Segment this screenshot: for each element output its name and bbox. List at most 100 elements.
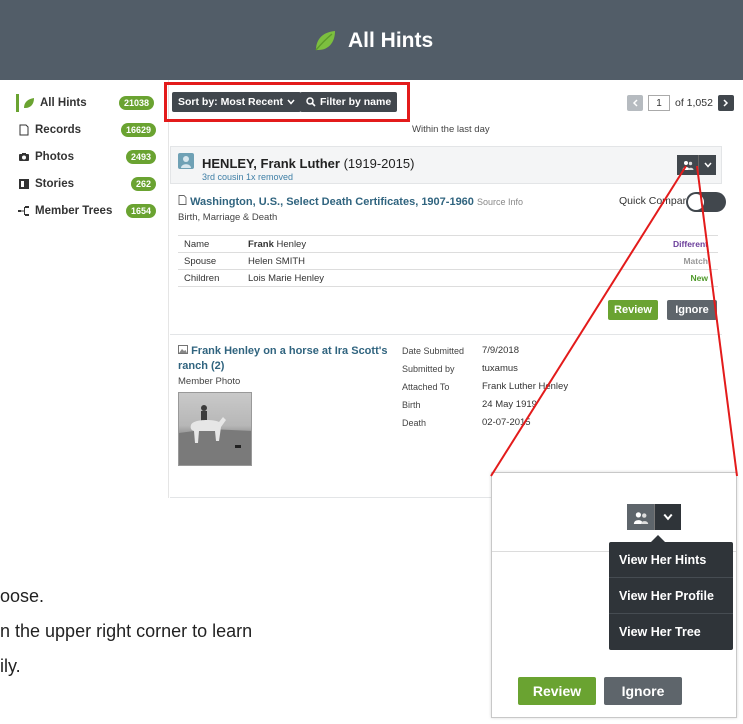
compare-status: Different [673, 239, 708, 249]
tree-icon [18, 206, 29, 216]
person-silhouette-icon [181, 156, 191, 168]
field-value-bold: Frank [248, 238, 274, 250]
page-number-input[interactable]: 1 [648, 95, 670, 111]
hint-category-sidebar [0, 80, 168, 498]
date-filter-note: Within the last day [412, 124, 490, 135]
quick-compare-toggle[interactable] [686, 192, 726, 212]
document-icon [19, 124, 29, 136]
field-name: Spouse [184, 255, 217, 267]
story-icon [19, 179, 29, 189]
people-icon [633, 511, 648, 524]
photo-title-text: Frank Henley on a horse at Ira Scott's r… [178, 345, 388, 372]
field-name: Name [184, 238, 210, 250]
meta-value: tuxamus [482, 363, 518, 374]
instruction-line: oose. [0, 586, 45, 606]
compare-status: Match [683, 256, 708, 266]
photo-category: Member Photo [178, 376, 241, 387]
page-count: of 1,052 [675, 97, 713, 109]
record-hint-title[interactable]: Washington, U.S., Select Death Certifica… [178, 195, 523, 208]
sidebar-item-label: All Hints [40, 97, 87, 109]
field-value: Helen SMITH [248, 255, 306, 267]
review-button[interactable]: Review [518, 677, 596, 705]
page-title: All Hints [312, 26, 433, 56]
person-menu-dropdown-button[interactable] [699, 155, 716, 175]
menu-item-view-tree[interactable]: View Her Tree [609, 614, 733, 650]
count-badge: 21038 [118, 96, 154, 110]
meta-label: Submitted by [402, 364, 455, 374]
horse-rider-photo [179, 405, 251, 465]
count-badge: 262 [130, 177, 156, 191]
instruction-line: n the upper right corner to learn [0, 621, 253, 641]
chevron-left-icon [632, 99, 638, 107]
attached-to-link[interactable]: Frank Luther Henley [482, 381, 568, 392]
sidebar-item-label: Stories [35, 178, 74, 190]
sidebar-item-records[interactable]: Records 16629 [18, 121, 156, 139]
camera-icon [19, 153, 29, 161]
count-badge: 16629 [120, 123, 156, 137]
menu-item-view-hints[interactable]: View Her Hints [609, 542, 733, 578]
leaf-icon [24, 98, 34, 108]
document-icon [178, 195, 187, 205]
person-years: (1919-2015) [343, 156, 415, 171]
person-name: HENLEY, Frank Luther [202, 156, 340, 171]
person-avatar [178, 153, 194, 169]
field-name: Children [184, 272, 220, 284]
source-info-link[interactable]: Source Info [477, 197, 523, 207]
table-row: Name Frank Henley Different [178, 236, 718, 253]
field-value: Frank Henley [248, 239, 628, 250]
chevron-down-icon [703, 162, 712, 168]
ignore-button[interactable]: Ignore [604, 677, 682, 705]
image-icon [178, 345, 188, 354]
field-value-rest: Henley [273, 238, 307, 250]
ignore-button[interactable]: Ignore [667, 300, 717, 320]
table-row: Children Lois Marie Henley New [178, 270, 718, 287]
toolbar-highlight-box [164, 82, 410, 122]
meta-value: 02-07-2015 [482, 417, 531, 428]
chevron-right-icon [723, 99, 729, 107]
record-category: Birth, Marriage & Death [178, 212, 278, 223]
person-name-link[interactable]: HENLEY, Frank Luther (1919-2015) [202, 156, 414, 171]
table-row: Spouse Helen SMITH Match [178, 253, 718, 270]
hints-list-panel [168, 80, 743, 498]
family-button[interactable] [627, 504, 655, 530]
count-badge: 1654 [125, 204, 156, 218]
comparison-table: Name Frank Henley Different Spouse Helen… [178, 235, 718, 287]
person-menu-dropdown-button[interactable] [655, 504, 681, 530]
photo-thumbnail[interactable] [178, 392, 252, 466]
meta-value: 7/9/2018 [482, 345, 519, 356]
review-button[interactable]: Review [608, 300, 658, 320]
sidebar-item-stories[interactable]: Stories 262 [18, 175, 156, 193]
quick-compare-label: Quick Compare [619, 195, 692, 207]
meta-label: Attached To [402, 382, 450, 392]
meta-label: Date Submitted [402, 346, 465, 356]
chevron-down-icon [663, 513, 673, 521]
sidebar-item-label: Member Trees [35, 205, 113, 217]
sidebar-item-all-hints[interactable]: All Hints 21038 [16, 94, 154, 112]
previous-page-button[interactable] [627, 95, 643, 111]
sidebar-item-label: Records [35, 124, 82, 136]
zoom-callout: View Her Hints View Her Profile View Her… [491, 472, 737, 718]
meta-label: Birth [402, 400, 421, 410]
meta-value: 24 May 1919 [482, 399, 537, 410]
relationship-label: 3rd cousin 1x removed [202, 172, 294, 182]
sidebar-item-member-trees[interactable]: Member Trees 1654 [18, 202, 156, 220]
hint-divider [170, 334, 722, 335]
person-dropdown-menu: View Her Hints View Her Profile View Her… [609, 535, 733, 650]
photo-hint-title[interactable]: Frank Henley on a horse at Ira Scott's r… [178, 344, 388, 374]
record-collection-name: Washington, U.S., Select Death Certifica… [190, 196, 474, 208]
sidebar-item-photos[interactable]: Photos 2493 [18, 148, 156, 166]
field-value: Lois Marie Henley [248, 272, 325, 284]
menu-item-view-profile[interactable]: View Her Profile [609, 578, 733, 614]
instruction-line: ily. [0, 656, 21, 676]
page-title-text: All Hints [348, 29, 434, 52]
next-page-button[interactable] [717, 95, 734, 111]
sidebar-item-label: Photos [35, 151, 74, 163]
hints-app-screenshot: All Hints All Hints 21038 Records 16629 … [0, 0, 743, 498]
people-icon [682, 161, 693, 170]
compare-status: New [690, 273, 708, 283]
pagination: 1 of 1,052 [627, 95, 734, 111]
person-actions [677, 155, 716, 175]
meta-label: Death [402, 418, 427, 428]
family-button[interactable] [677, 155, 699, 175]
leaf-icon [315, 31, 335, 51]
